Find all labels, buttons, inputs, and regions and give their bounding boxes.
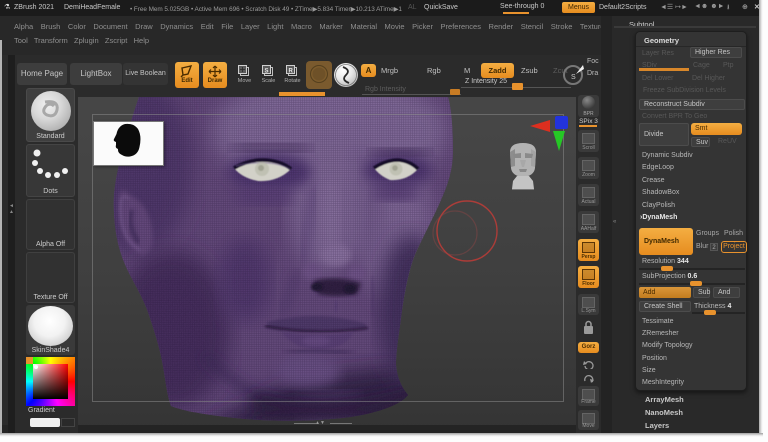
svg-text:R: R	[289, 69, 294, 75]
svg-text:S: S	[571, 74, 576, 81]
svg-text:S: S	[265, 69, 269, 75]
